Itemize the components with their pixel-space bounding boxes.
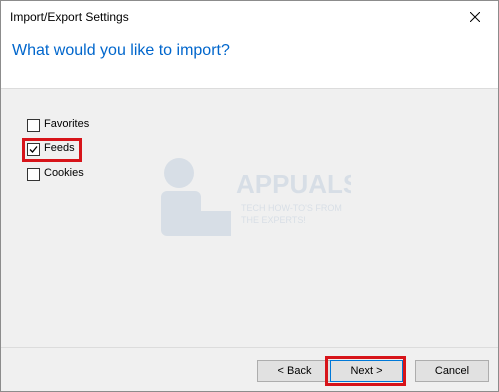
mascot-desk xyxy=(191,211,231,236)
cookies-label: Cookies xyxy=(44,167,84,179)
watermark-tagline-2: THE EXPERTS! xyxy=(241,215,306,225)
window-title: Import/Export Settings xyxy=(10,10,129,24)
cookies-checkbox[interactable] xyxy=(27,168,40,181)
wizard-header: What would you like to import? xyxy=(1,33,498,89)
mascot-head xyxy=(164,158,194,188)
close-button[interactable] xyxy=(452,1,498,33)
close-icon xyxy=(470,12,480,22)
feeds-highlight-box xyxy=(22,138,82,162)
back-button[interactable]: < Back xyxy=(257,360,332,382)
watermark-tagline-1: TECH HOW-TO'S FROM xyxy=(241,203,342,213)
title-bar: Import/Export Settings xyxy=(1,1,498,33)
footer-divider xyxy=(1,347,498,348)
watermark-brand: APPUALS xyxy=(236,169,351,199)
favorites-checkbox[interactable] xyxy=(27,119,40,132)
cancel-button[interactable]: Cancel xyxy=(415,360,489,382)
favorites-label: Favorites xyxy=(44,118,90,130)
next-highlight-box xyxy=(325,356,406,386)
import-export-dialog: Import/Export Settings What would you li… xyxy=(0,0,499,392)
appuals-watermark: APPUALS TECH HOW-TO'S FROM THE EXPERTS! xyxy=(161,158,351,236)
page-title: What would you like to import? xyxy=(12,42,230,59)
